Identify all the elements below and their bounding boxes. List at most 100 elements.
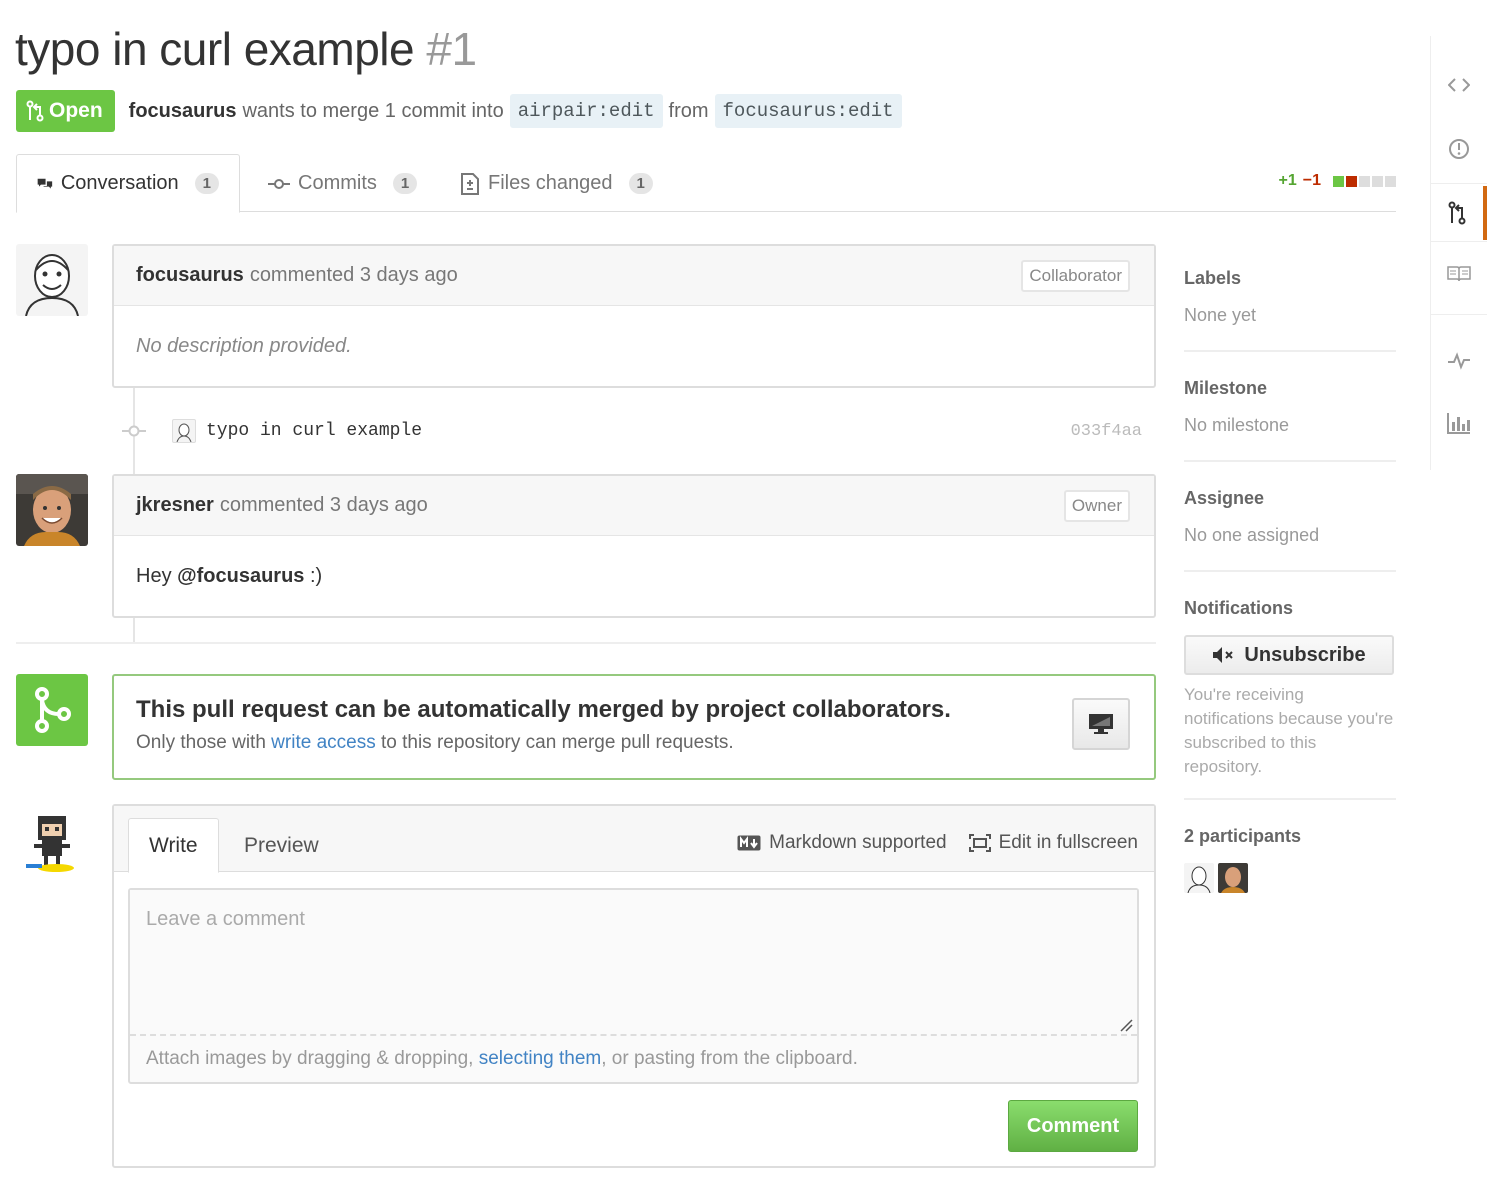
- tab-preview[interactable]: Preview: [224, 818, 339, 873]
- resize-handle-icon[interactable]: [1119, 1018, 1133, 1032]
- avatar-focusaurus[interactable]: [16, 244, 88, 316]
- commit-author-avatar[interactable]: [172, 419, 196, 443]
- tab-commits-label: Commits: [298, 172, 377, 194]
- markdown-icon: [737, 835, 761, 851]
- diffstat-block: [1385, 175, 1396, 187]
- repo-nav-pulse[interactable]: [1431, 336, 1487, 386]
- milestone-value: No milestone: [1184, 415, 1290, 435]
- diffstat-block: [1372, 175, 1383, 187]
- comment-submit-button[interactable]: Comment: [1008, 1100, 1138, 1152]
- comment-author-link[interactable]: jkresner: [136, 494, 214, 517]
- repo-nav-divider: [1431, 241, 1487, 242]
- base-branch[interactable]: airpair:edit: [509, 94, 663, 128]
- sidebar-labels[interactable]: Labels None yet: [1184, 268, 1396, 352]
- milestone-title: Milestone: [1184, 378, 1268, 398]
- tab-commits[interactable]: Commits 1: [248, 154, 437, 213]
- comment-toolbar: Markdown supported Edit in fullscreen: [737, 832, 1138, 854]
- merge-sub-text: Only those with: [136, 732, 272, 753]
- tab-conversation[interactable]: Conversation 1: [16, 154, 240, 213]
- tab-files-changed[interactable]: Files changed 1: [440, 154, 673, 213]
- commit-node-icon: [122, 425, 146, 437]
- fullscreen-label: Edit in fullscreen: [998, 832, 1138, 853]
- diffstat: +1 −1: [1279, 172, 1396, 190]
- assignee-title: Assignee: [1184, 488, 1265, 508]
- repo-nav-divider: [1431, 314, 1487, 315]
- markdown-label: Markdown supported: [769, 832, 947, 853]
- pull-request-icon: [26, 100, 44, 122]
- participant-avatar[interactable]: [1218, 863, 1248, 893]
- fullscreen-link[interactable]: Edit in fullscreen: [968, 832, 1138, 854]
- merge-sub-text: to this repository can merge pull reques…: [375, 732, 734, 753]
- avatar-jkresner[interactable]: [16, 474, 88, 546]
- pr-author-link[interactable]: focusaurus: [129, 100, 237, 123]
- comment-body: Hey @focusaurus :): [114, 536, 1154, 616]
- file-diff-icon: [461, 172, 479, 195]
- diffstat-block: [1359, 175, 1370, 187]
- comment-timestamp[interactable]: commented 3 days ago: [250, 264, 458, 287]
- pr-number: #1: [426, 23, 477, 75]
- unsubscribe-label: Unsubscribe: [1244, 643, 1366, 666]
- comment-header: focusaurus commented 3 days ago Collabor…: [114, 246, 1154, 306]
- sidebar-milestone[interactable]: Milestone No milestone: [1184, 352, 1396, 462]
- user-mention-link[interactable]: @focusaurus: [177, 565, 304, 588]
- tab-files-changed-label: Files changed: [488, 172, 613, 194]
- merge-status-title: This pull request can be automatically m…: [136, 696, 951, 723]
- merge-status-subtitle: Only those with write access to this rep…: [136, 732, 1132, 754]
- tab-commits-count: 1: [392, 173, 418, 194]
- from-text: from: [668, 99, 709, 122]
- unsubscribe-button[interactable]: Unsubscribe: [1184, 635, 1394, 675]
- tab-write[interactable]: Write: [128, 818, 219, 873]
- sidebar: Labels None yet Milestone No milestone A…: [1184, 268, 1396, 893]
- commit-row: typo in curl example 033f4aa: [120, 414, 1150, 448]
- pr-tabs: Conversation 1 Commits 1 Files changed 1…: [16, 154, 1396, 213]
- commit-message-link[interactable]: typo in curl example: [206, 421, 422, 441]
- current-user-avatar[interactable]: [16, 806, 88, 878]
- head-branch[interactable]: focusaurus:edit: [714, 94, 902, 128]
- comment-text: :): [304, 564, 323, 587]
- attach-images-hint: Attach images by dragging & dropping, se…: [130, 1036, 1137, 1082]
- participant-avatar[interactable]: [1184, 863, 1214, 893]
- role-badge: Collaborator: [1021, 260, 1130, 292]
- select-files-link[interactable]: selecting them: [479, 1048, 602, 1069]
- code-icon: [1448, 78, 1470, 92]
- pull-request-icon: [1448, 201, 1466, 225]
- command-line-instructions-button[interactable]: [1072, 698, 1130, 750]
- repo-nav-wiki[interactable]: [1431, 249, 1487, 299]
- comment-discussion-icon: [37, 178, 53, 189]
- commit-icon: [268, 178, 290, 189]
- graphs-icon: [1447, 413, 1470, 434]
- repo-nav-pull-requests[interactable]: [1431, 186, 1487, 240]
- comment-header: jkresner commented 3 days ago Owner: [114, 476, 1154, 536]
- merge-text: wants to merge 1 commit into: [242, 99, 504, 122]
- state-label: Open: [49, 99, 103, 122]
- comment-jkresner: jkresner commented 3 days ago Owner Hey …: [112, 474, 1156, 618]
- sidebar-assignee[interactable]: Assignee No one assigned: [1184, 462, 1396, 572]
- repo-nav-divider: [1431, 183, 1487, 184]
- labels-title: Labels: [1184, 268, 1242, 288]
- discussion-divider: [16, 642, 1156, 644]
- comment-text: Hey: [136, 564, 178, 587]
- diffstat-block: [1346, 175, 1357, 187]
- notifications-reason: You're receiving notifications because y…: [1184, 685, 1394, 776]
- comment-author-link[interactable]: focusaurus: [136, 264, 244, 287]
- state-badge: Open: [16, 90, 115, 132]
- write-access-link[interactable]: write access: [271, 732, 376, 753]
- wiki-icon: [1447, 266, 1471, 282]
- repo-nav-graphs[interactable]: [1431, 398, 1487, 448]
- merge-status-box: This pull request can be automatically m…: [112, 674, 1156, 780]
- commit-sha-link[interactable]: 033f4aa: [1071, 422, 1142, 441]
- markdown-help-link[interactable]: Markdown supported: [737, 832, 947, 854]
- sidebar-notifications: Notifications Unsubscribe You're receivi…: [1184, 572, 1396, 800]
- attach-text: , or pasting from the clipboard.: [601, 1048, 858, 1069]
- repo-nav: [1430, 36, 1487, 470]
- comment-timestamp[interactable]: commented 3 days ago: [220, 494, 428, 517]
- sidebar-participants: 2 participants: [1184, 800, 1396, 893]
- repo-nav-issues[interactable]: [1431, 124, 1487, 174]
- pr-meta: Open focusaurus wants to merge 1 commit …: [16, 90, 908, 132]
- repo-nav-code[interactable]: [1431, 60, 1487, 110]
- tab-conversation-label: Conversation: [60, 172, 179, 194]
- comment-textarea[interactable]: Leave a comment: [130, 890, 1137, 1036]
- tab-files-changed-count: 1: [628, 173, 653, 194]
- diffstat-blocks: [1333, 175, 1396, 187]
- role-badge: Owner: [1063, 490, 1130, 522]
